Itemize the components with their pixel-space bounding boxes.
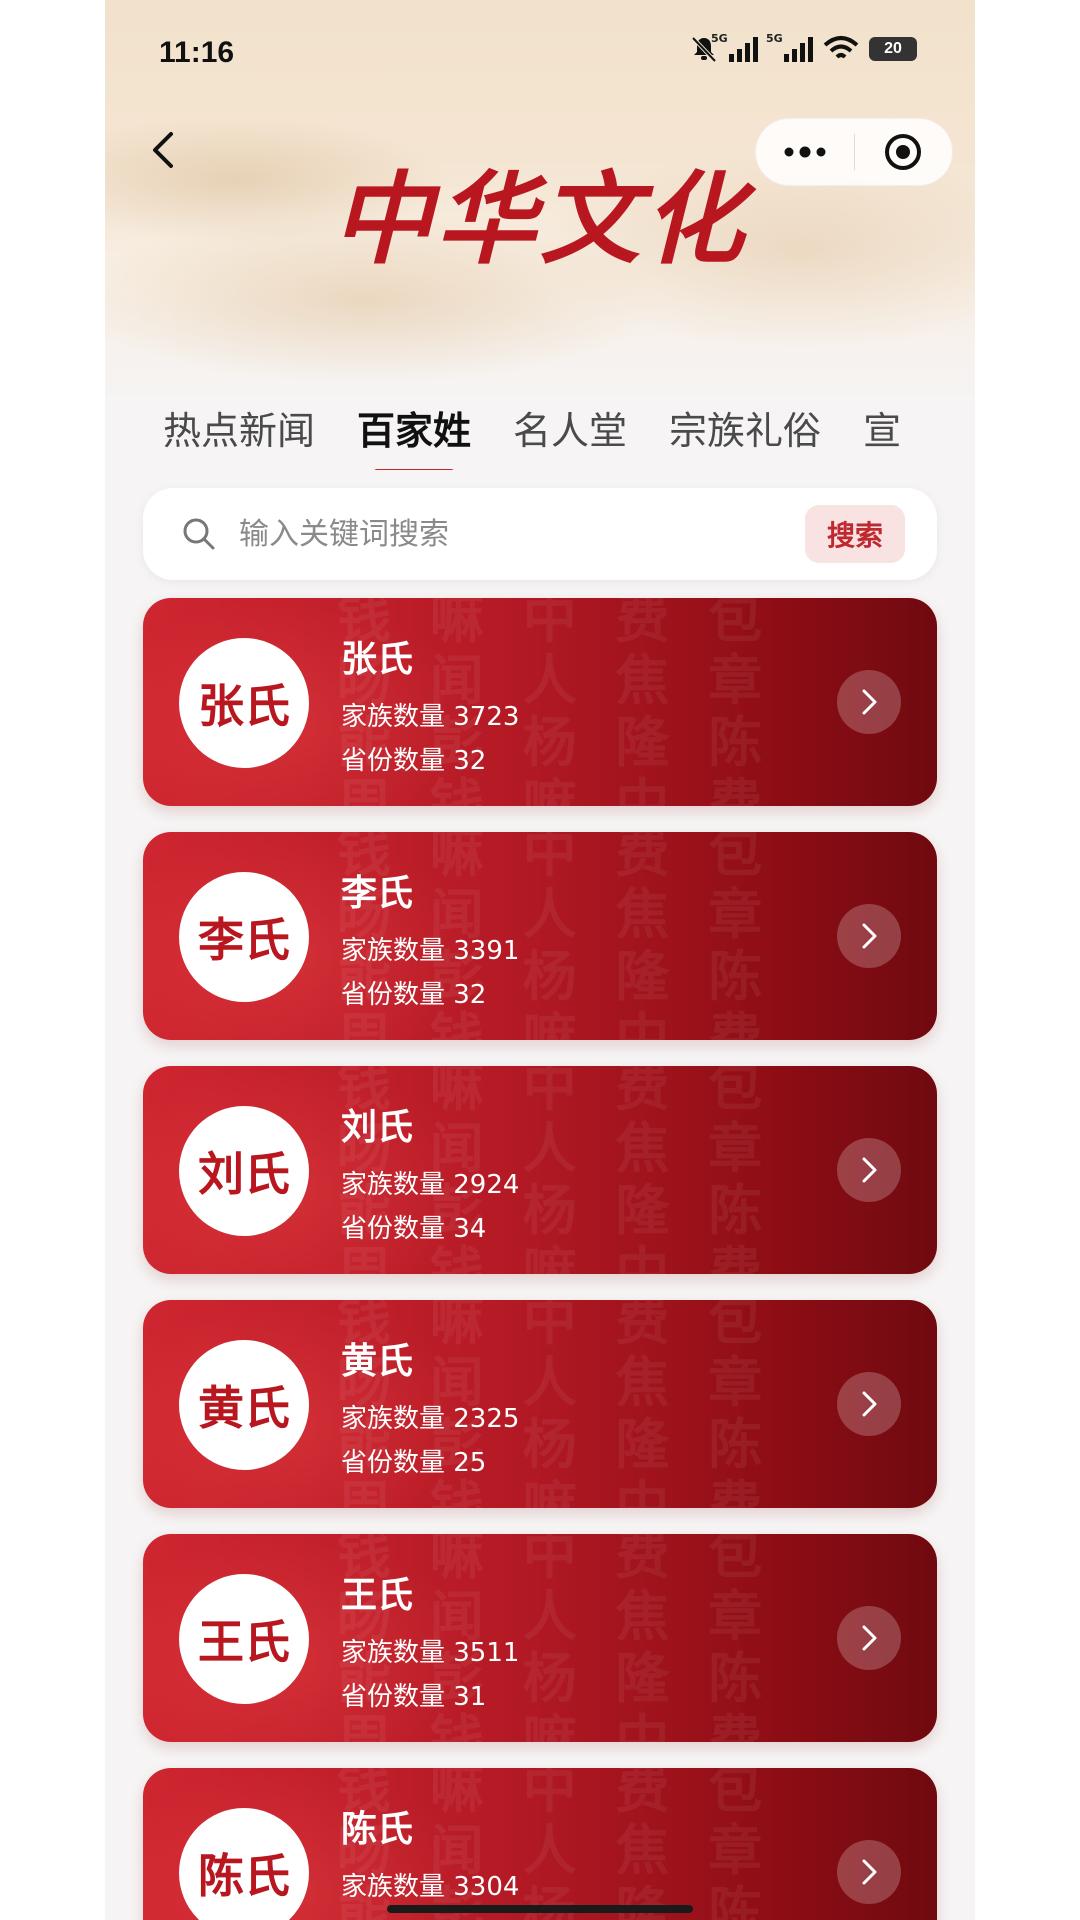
surname-card[interactable]: 钱 嘛 中 费 包 旸 闻 人 焦 章 能 彭 杨 隆 陈 周 钱 嘛 中 费 …	[143, 832, 937, 1040]
search-icon	[183, 518, 215, 550]
status-icons: 5G 5G 20	[689, 32, 917, 64]
chevron-right-icon	[862, 1625, 877, 1651]
card-arrow-button[interactable]	[837, 1606, 901, 1670]
surname-title: 陈氏	[341, 1809, 414, 1850]
province-count: 省份数量 31	[341, 1682, 487, 1712]
surname-title: 黄氏	[341, 1341, 414, 1382]
surname-card[interactable]: 钱 嘛 中 费 包 旸 闻 人 焦 章 能 彭 杨 隆 陈 周 钱 嘛 中 费 …	[143, 1768, 937, 1920]
signal-2-icon: 5G	[766, 32, 813, 62]
chevron-right-icon	[862, 1157, 877, 1183]
signal-1-icon: 5G	[711, 32, 758, 62]
chevron-right-icon	[862, 689, 877, 715]
surname-avatar: 王氏	[179, 1574, 309, 1704]
chevron-right-icon	[862, 923, 877, 949]
tab-3[interactable]: 宗族礼俗	[669, 400, 821, 455]
search-bar: 搜索	[143, 488, 937, 580]
surname-card[interactable]: 钱 嘛 中 费 包 旸 闻 人 焦 章 能 彭 杨 隆 陈 周 钱 嘛 中 费 …	[143, 1534, 937, 1742]
surname-avatar: 李氏	[179, 872, 309, 1002]
surname-card[interactable]: 钱 嘛 中 费 包 旸 闻 人 焦 章 能 彭 杨 隆 陈 周 钱 嘛 中 费 …	[143, 598, 937, 806]
province-count: 省份数量 32	[341, 980, 487, 1010]
status-bar: 11:16 5G 5G 20	[105, 0, 975, 100]
surname-avatar: 陈氏	[179, 1808, 309, 1920]
category-tabs: 热点新闻 百家姓 名人堂 宗族礼俗宣	[163, 400, 975, 470]
family-count: 家族数量 3511	[341, 1638, 520, 1668]
family-count: 家族数量 3723	[341, 702, 520, 732]
surname-title: 刘氏	[341, 1107, 414, 1148]
page-title: 中华文化	[332, 160, 748, 278]
wifi-icon	[823, 36, 859, 59]
status-time: 11:16	[159, 36, 235, 69]
surname-title: 张氏	[341, 639, 414, 680]
surname-avatar: 刘氏	[179, 1106, 309, 1236]
surname-card-list: 钱 嘛 中 费 包 旸 闻 人 焦 章 能 彭 杨 隆 陈 周 钱 嘛 中 费 …	[143, 598, 937, 1920]
family-count: 家族数量 2325	[341, 1404, 520, 1434]
battery-indicator: 20	[869, 37, 917, 61]
surname-avatar: 张氏	[179, 638, 309, 768]
surname-card[interactable]: 钱 嘛 中 费 包 旸 闻 人 焦 章 能 彭 杨 隆 陈 周 钱 嘛 中 费 …	[143, 1066, 937, 1274]
surname-card[interactable]: 钱 嘛 中 费 包 旸 闻 人 焦 章 能 彭 杨 隆 陈 周 钱 嘛 中 费 …	[143, 1300, 937, 1508]
province-count: 省份数量 34	[341, 1214, 487, 1244]
surname-title: 王氏	[341, 1575, 414, 1616]
card-arrow-button[interactable]	[837, 670, 901, 734]
card-arrow-button[interactable]	[837, 1372, 901, 1436]
chevron-right-icon	[862, 1391, 877, 1417]
card-arrow-button[interactable]	[837, 1138, 901, 1202]
tab-0[interactable]: 热点新闻	[163, 400, 315, 455]
app-screen: 11:16 5G 5G 20 中华文化 热点新闻 百家姓 名人堂 宗族礼俗 宣 …	[105, 0, 975, 1920]
tab-1[interactable]: 百家姓	[357, 400, 471, 455]
surname-avatar: 黄氏	[179, 1340, 309, 1470]
search-button[interactable]: 搜索	[805, 505, 905, 563]
family-count: 家族数量 3391	[341, 936, 520, 966]
tab-2[interactable]: 名人堂	[513, 400, 627, 455]
card-arrow-button[interactable]	[837, 904, 901, 968]
family-count: 家族数量 3304	[341, 1872, 520, 1902]
surname-title: 李氏	[341, 873, 414, 914]
province-count: 省份数量 25	[341, 1448, 487, 1478]
tab-4[interactable]: 宣	[863, 400, 901, 455]
card-arrow-button[interactable]	[837, 1840, 901, 1904]
home-indicator[interactable]	[387, 1905, 693, 1913]
family-count: 家族数量 2924	[341, 1170, 520, 1200]
search-input[interactable]	[239, 516, 805, 552]
chevron-right-icon	[862, 1859, 877, 1885]
province-count: 省份数量 32	[341, 746, 487, 776]
